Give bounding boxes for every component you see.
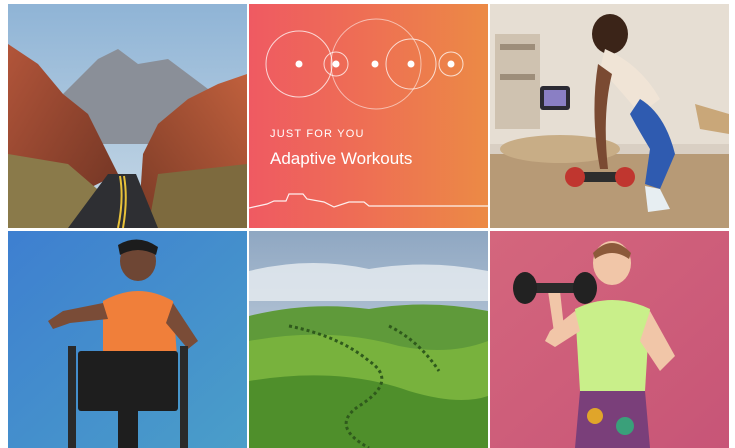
green-hills-image bbox=[249, 231, 488, 448]
feature-eyebrow: JUST FOR YOU bbox=[270, 128, 365, 140]
tile-desert-road[interactable] bbox=[8, 4, 247, 228]
woman-dumbbells-image bbox=[490, 4, 729, 228]
tile-man-elliptical[interactable] bbox=[8, 231, 247, 448]
woman-curl-image bbox=[490, 231, 729, 448]
circles-graphic-icon bbox=[249, 18, 488, 209]
desert-road-image bbox=[8, 4, 247, 228]
tile-woman-curl[interactable] bbox=[490, 231, 729, 448]
tile-tuscany-hills[interactable] bbox=[249, 231, 488, 448]
tile-adaptive-workouts[interactable]: JUST FOR YOU Adaptive Workouts bbox=[249, 4, 488, 228]
man-elliptical-image bbox=[8, 231, 247, 448]
feature-title: Adaptive Workouts bbox=[270, 149, 413, 168]
workout-grid: JUST FOR YOU Adaptive Workouts bbox=[8, 4, 729, 448]
tile-woman-dumbbell-row[interactable] bbox=[490, 4, 729, 228]
